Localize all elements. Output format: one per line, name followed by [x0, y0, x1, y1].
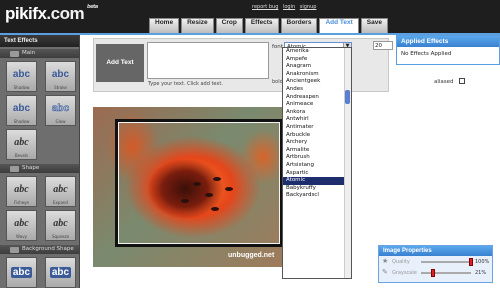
- tab-borders[interactable]: Borders: [280, 18, 318, 33]
- scrollbar-thumb[interactable]: [345, 90, 350, 104]
- effect-thumb[interactable]: abc Fisheye: [6, 176, 37, 207]
- section-shape-header[interactable]: Shape: [0, 164, 79, 173]
- panel-title: Text Effects: [0, 35, 79, 47]
- grayscale-slider[interactable]: [421, 272, 471, 274]
- tab-home[interactable]: Home: [149, 18, 180, 33]
- font-option[interactable]: Ancientgeek: [283, 78, 351, 86]
- signup-link[interactable]: signup: [300, 4, 317, 10]
- tab-add-text[interactable]: Add Text: [319, 18, 359, 33]
- quality-slider-handle[interactable]: [469, 258, 473, 266]
- effect-thumb[interactable]: abc Bevels: [6, 129, 37, 160]
- photo-watermark: unbugged.net: [228, 252, 275, 259]
- scrollbar[interactable]: [344, 48, 351, 278]
- font-option[interactable]: Arbuckle: [283, 132, 351, 140]
- logo[interactable]: pikifx.com beta: [5, 4, 98, 24]
- folder-icon: [10, 166, 19, 172]
- top-links: report bug login signup: [252, 4, 319, 10]
- font-option[interactable]: Antwhirl: [283, 116, 351, 124]
- header: pikifx.com beta report bug login signup …: [0, 0, 500, 34]
- folder-icon: [10, 247, 19, 253]
- effect-thumb[interactable]: abc Shadow: [6, 61, 37, 92]
- star-icon: ★: [382, 257, 389, 265]
- brush-icon: ✎: [382, 268, 388, 276]
- font-option[interactable]: Armalite: [283, 147, 351, 155]
- report-bug-link[interactable]: report bug: [252, 4, 278, 10]
- shape-effects-grid: abc Fisheye abc Expand abc Wavy abc Squeeze: [0, 173, 79, 243]
- image-properties-title: Image Properties: [379, 246, 492, 256]
- font-option[interactable]: Artbrush: [283, 154, 351, 162]
- effect-thumb[interactable]: abc Wavy: [6, 210, 37, 241]
- applied-effects-body: No Effects Applied: [401, 51, 452, 57]
- aliased-option: aliased: [434, 78, 465, 85]
- grayscale-slider-handle[interactable]: [431, 269, 436, 277]
- font-option[interactable]: Animeace: [283, 101, 351, 109]
- folder-icon: [10, 51, 19, 57]
- effect-thumb[interactable]: abc Squeeze: [45, 210, 76, 241]
- font-option[interactable]: Anagram: [283, 63, 351, 71]
- tab-effects[interactable]: Effects: [244, 18, 279, 33]
- font-option[interactable]: Artsistang: [283, 162, 351, 170]
- font-option[interactable]: Atomic: [283, 177, 351, 185]
- quality-row: ★ Quality 100%: [382, 257, 490, 266]
- applied-effects-title: Applied Effects: [397, 36, 499, 47]
- quality-slider[interactable]: [421, 261, 471, 263]
- beta-badge: beta: [87, 4, 98, 10]
- font-option[interactable]: Archery: [283, 139, 351, 147]
- font-option[interactable]: Andreaspen: [283, 94, 351, 102]
- main-tabs: Home Resize Crop Effects Borders Add Tex…: [149, 18, 388, 33]
- photo-canvas[interactable]: unbugged.net: [93, 107, 293, 267]
- font-option[interactable]: Aspartic: [283, 170, 351, 178]
- font-dropdown-list[interactable]: Amerika Ampefe Anagram Anakronism Ancientgee…: [282, 47, 352, 279]
- font-option[interactable]: Anakronism: [283, 71, 351, 79]
- text-input[interactable]: [147, 42, 269, 79]
- background-shape-grid: abc abc: [0, 254, 79, 288]
- applied-effects-panel: Applied Effects No Effects Applied: [396, 35, 500, 65]
- tab-save[interactable]: Save: [360, 18, 388, 33]
- image-properties-panel: Image Properties ★ Quality 100% ✎ Graysc…: [378, 245, 493, 283]
- font-option[interactable]: Babykruffy: [283, 185, 351, 193]
- effect-thumb[interactable]: abc Shadow: [6, 95, 37, 126]
- add-text-button[interactable]: Add Text: [96, 44, 144, 82]
- login-link[interactable]: login: [283, 4, 295, 10]
- section-background-shape-header[interactable]: Background Shape: [0, 245, 79, 254]
- effect-thumb[interactable]: abc: [6, 257, 37, 288]
- effect-thumb[interactable]: abc Glow: [45, 95, 76, 126]
- effect-thumb[interactable]: abc Stroke: [45, 61, 76, 92]
- effect-thumb[interactable]: abc: [45, 257, 76, 288]
- font-option[interactable]: Antimater: [283, 124, 351, 132]
- main-effects-grid: abc Shadow abc Stroke abc Shadow abc Glow ab…: [0, 58, 79, 162]
- tab-crop[interactable]: Crop: [215, 18, 243, 33]
- text-effects-panel: Text Effects Main abc Shadow abc Stroke ab…: [0, 35, 80, 288]
- text-hint: Type your text. Click add text.: [148, 81, 223, 87]
- section-main-header[interactable]: Main: [0, 49, 79, 58]
- font-option[interactable]: Ampefe: [283, 56, 351, 64]
- photo-border: [115, 119, 283, 247]
- font-option[interactable]: Ankora: [283, 109, 351, 117]
- size-input[interactable]: 20: [373, 41, 393, 50]
- grayscale-row: ✎ Grayscale 21%: [382, 268, 487, 277]
- font-option[interactable]: Amerika: [283, 48, 351, 56]
- font-option[interactable]: Andes: [283, 86, 351, 94]
- aliased-checkbox[interactable]: [458, 78, 465, 84]
- tab-resize[interactable]: Resize: [181, 18, 214, 33]
- font-option[interactable]: Backyardscl: [283, 192, 351, 200]
- effect-thumb[interactable]: abc Expand: [45, 176, 76, 207]
